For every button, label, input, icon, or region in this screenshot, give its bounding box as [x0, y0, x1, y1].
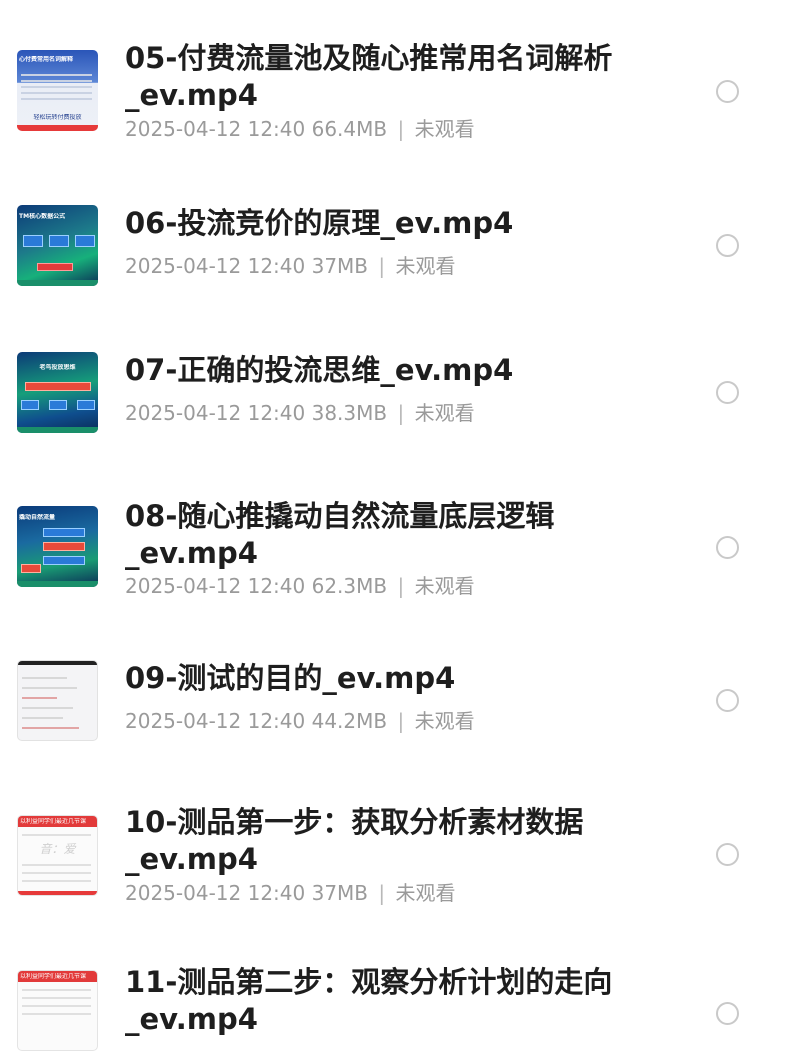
meta-separator: |	[397, 401, 405, 425]
video-thumbnail: 以利益同学们最近几节课 音：爱	[17, 815, 98, 896]
select-radio[interactable]	[716, 1002, 739, 1025]
file-date: 2025-04-12 12:40	[125, 117, 306, 141]
file-date: 2025-04-12 12:40	[125, 709, 306, 733]
meta-separator: |	[378, 254, 386, 278]
file-title[interactable]: 09-测试的目的_ev.mp4	[125, 660, 625, 697]
video-thumbnail	[17, 660, 98, 741]
watch-status: 未观看	[414, 117, 475, 141]
meta-separator: |	[378, 881, 386, 905]
file-size: 44.2MB	[311, 709, 388, 733]
watch-status: 未观看	[395, 254, 456, 278]
select-radio[interactable]	[716, 234, 739, 257]
watch-status: 未观看	[414, 401, 475, 425]
file-size: 38.3MB	[311, 401, 388, 425]
meta-separator: |	[397, 574, 405, 598]
file-meta: 2025-04-12 12:40 37MB | 未观看	[125, 253, 456, 279]
watch-status: 未观看	[414, 574, 475, 598]
file-title[interactable]: 07-正确的投流思维_ev.mp4	[125, 352, 625, 389]
file-title[interactable]: 06-投流竞价的原理_ev.mp4	[125, 205, 625, 242]
thumbnail-text: 老鸟投放思维	[39, 364, 76, 371]
select-radio[interactable]	[716, 536, 739, 559]
file-date: 2025-04-12 12:40	[125, 881, 306, 905]
file-meta: 2025-04-12 12:40 44.2MB | 未观看	[125, 708, 475, 734]
file-size: 62.3MB	[311, 574, 388, 598]
meta-separator: |	[397, 117, 405, 141]
file-date: 2025-04-12 12:40	[125, 574, 306, 598]
file-meta: 2025-04-12 12:40 62.3MB | 未观看	[125, 573, 475, 599]
video-thumbnail: 撬动自然流量	[17, 506, 98, 587]
meta-separator: |	[397, 709, 405, 733]
thumbnail-text: 撬动自然流量	[19, 514, 56, 521]
file-title[interactable]: 10-测品第一步：获取分析素材数据_ev.mp4	[125, 804, 625, 878]
thumbnail-text: 以利益同学们最近几节课	[20, 973, 87, 980]
video-thumbnail: 老鸟投放思维	[17, 352, 98, 433]
file-meta: 2025-04-12 12:40 38.3MB | 未观看	[125, 400, 475, 426]
thumbnail-text: 以利益同学们最近几节课	[20, 818, 87, 825]
video-thumbnail: 心付费常用名词解释 轻松玩转付费投放	[17, 50, 98, 131]
select-radio[interactable]	[716, 689, 739, 712]
video-thumbnail: 以利益同学们最近几节课	[17, 970, 98, 1051]
thumbnail-text: 心付费常用名词解释	[19, 56, 74, 63]
video-file-list: 心付费常用名词解释 轻松玩转付费投放 05-付费流量池及随心推常用名词解析_ev…	[0, 0, 790, 1051]
file-size: 37MB	[311, 881, 369, 905]
file-title[interactable]: 05-付费流量池及随心推常用名词解析_ev.mp4	[125, 40, 625, 114]
thumbnail-watermark: 音：爱	[39, 842, 76, 856]
file-date: 2025-04-12 12:40	[125, 254, 306, 278]
file-title[interactable]: 08-随心推撬动自然流量底层逻辑_ev.mp4	[125, 498, 625, 572]
select-radio[interactable]	[716, 80, 739, 103]
select-radio[interactable]	[716, 381, 739, 404]
file-date: 2025-04-12 12:40	[125, 401, 306, 425]
thumbnail-caption: 轻松玩转付费投放	[33, 114, 82, 121]
watch-status: 未观看	[395, 881, 456, 905]
watch-status: 未观看	[414, 709, 475, 733]
video-thumbnail: TM核心数据公式	[17, 205, 98, 286]
select-radio[interactable]	[716, 843, 739, 866]
file-meta: 2025-04-12 12:40 37MB | 未观看	[125, 880, 456, 906]
file-size: 66.4MB	[311, 117, 388, 141]
thumbnail-text: TM核心数据公式	[19, 213, 66, 220]
file-title[interactable]: 11-测品第二步：观察分析计划的走向_ev.mp4	[125, 964, 625, 1038]
file-size: 37MB	[311, 254, 369, 278]
file-meta: 2025-04-12 12:40 66.4MB | 未观看	[125, 116, 475, 142]
